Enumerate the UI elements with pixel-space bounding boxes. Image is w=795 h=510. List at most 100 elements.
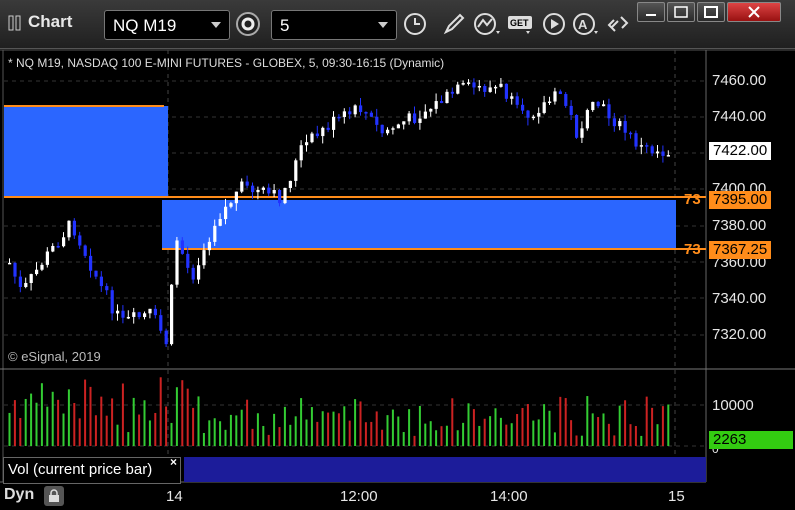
play-icon[interactable]	[540, 10, 568, 38]
link-icon[interactable]	[604, 10, 632, 38]
candle-body	[294, 160, 298, 181]
close-icon[interactable]: ×	[170, 455, 177, 469]
candle-body	[207, 241, 211, 251]
volume-bar	[127, 432, 130, 446]
grip-icon[interactable]	[8, 15, 22, 36]
candle-body	[380, 124, 384, 134]
candle-body	[24, 282, 28, 287]
dynamic-mode-label[interactable]: Dyn	[4, 486, 34, 504]
volume-bar	[489, 416, 492, 446]
volume-bar	[440, 426, 443, 446]
zone-price-tag: 7395.00	[709, 191, 772, 209]
study-icon[interactable]	[473, 10, 501, 38]
candle-body	[99, 276, 103, 287]
candle-body	[418, 118, 422, 123]
volume-bar	[478, 425, 481, 446]
volume-bar	[143, 400, 146, 446]
candle-body	[153, 308, 157, 316]
candle-body	[645, 145, 649, 147]
candle-body	[256, 189, 260, 193]
candle-body	[650, 146, 654, 154]
volume-bar	[526, 404, 529, 446]
candle-body	[499, 83, 503, 87]
candle-body	[272, 189, 276, 194]
candle-body	[337, 116, 341, 119]
volume-bar	[192, 407, 195, 446]
volume-bar	[8, 412, 11, 446]
candle-body	[94, 270, 98, 277]
candle-body	[288, 180, 292, 188]
zone-price-tag: 7367.25	[709, 241, 772, 259]
candle-body	[105, 286, 109, 291]
settings-gear-icon[interactable]	[234, 10, 262, 38]
candle-body	[564, 94, 568, 106]
volume-bar	[429, 421, 432, 446]
candle-body	[618, 121, 622, 127]
maximize-button[interactable]	[697, 2, 725, 22]
volume-bar	[62, 413, 65, 446]
candle-body	[402, 121, 406, 125]
alert-icon[interactable]: A	[572, 10, 600, 38]
candle-body	[67, 220, 71, 238]
volume-bar	[656, 424, 659, 446]
volume-bar	[580, 435, 583, 446]
volume-bar	[645, 396, 648, 446]
candle-body	[639, 145, 643, 147]
candle-body	[213, 225, 217, 242]
volume-bar	[213, 418, 216, 446]
volume-bar	[73, 403, 76, 446]
volume-bar	[597, 417, 600, 446]
volume-bar	[116, 424, 119, 446]
candle-body	[423, 111, 427, 119]
candle-body	[305, 142, 309, 146]
candle-body	[116, 310, 120, 314]
volume-bar	[273, 413, 276, 446]
volume-bar	[462, 422, 465, 446]
volume-bar	[24, 398, 27, 446]
volume-bar	[246, 399, 249, 446]
lock-icon[interactable]	[44, 486, 64, 506]
candle-body	[364, 112, 368, 114]
candle-body	[548, 101, 552, 104]
volume-bar	[262, 425, 265, 446]
candle-body	[321, 127, 325, 137]
candle-body	[35, 269, 39, 275]
candle-body	[661, 151, 665, 156]
price-tick: 7460.00	[712, 72, 767, 89]
restore-button[interactable]	[667, 2, 695, 22]
volume-bar	[300, 398, 303, 446]
clock-icon[interactable]	[401, 10, 429, 38]
volume-bar	[467, 403, 470, 446]
price-chart[interactable]	[0, 48, 795, 510]
pencil-draw-icon[interactable]	[440, 10, 468, 38]
last-price-tag: 7422.00	[709, 142, 772, 160]
volume-bar	[445, 425, 448, 446]
zone-short-tag: 73	[684, 241, 701, 258]
candle-body	[40, 264, 44, 270]
candle-body	[332, 116, 336, 130]
svg-text:A: A	[578, 17, 588, 32]
price-tick: 7380.00	[712, 217, 767, 234]
candle-body	[283, 187, 287, 204]
price-tick: 7340.00	[712, 290, 767, 307]
candle-body	[126, 316, 130, 319]
candle-body	[537, 112, 541, 117]
symbol-dropdown[interactable]: NQ M19	[104, 10, 230, 40]
close-button[interactable]	[727, 2, 781, 22]
candle-body	[62, 237, 66, 247]
candle-body	[278, 189, 282, 204]
volume-bar	[521, 407, 524, 446]
get-data-icon[interactable]: GET	[506, 10, 534, 38]
minimize-button[interactable]	[637, 2, 665, 22]
volume-bar	[111, 398, 114, 446]
volume-bar	[494, 408, 497, 446]
volume-bar	[321, 411, 324, 446]
interval-dropdown[interactable]: 5	[271, 10, 397, 40]
volume-tick: 10000	[712, 397, 754, 414]
volume-bar	[472, 409, 475, 446]
candle-body	[391, 128, 395, 130]
chevron-down-icon	[211, 22, 221, 28]
volume-bar	[13, 400, 16, 446]
volume-bar	[121, 383, 124, 446]
candle-body	[191, 267, 195, 280]
